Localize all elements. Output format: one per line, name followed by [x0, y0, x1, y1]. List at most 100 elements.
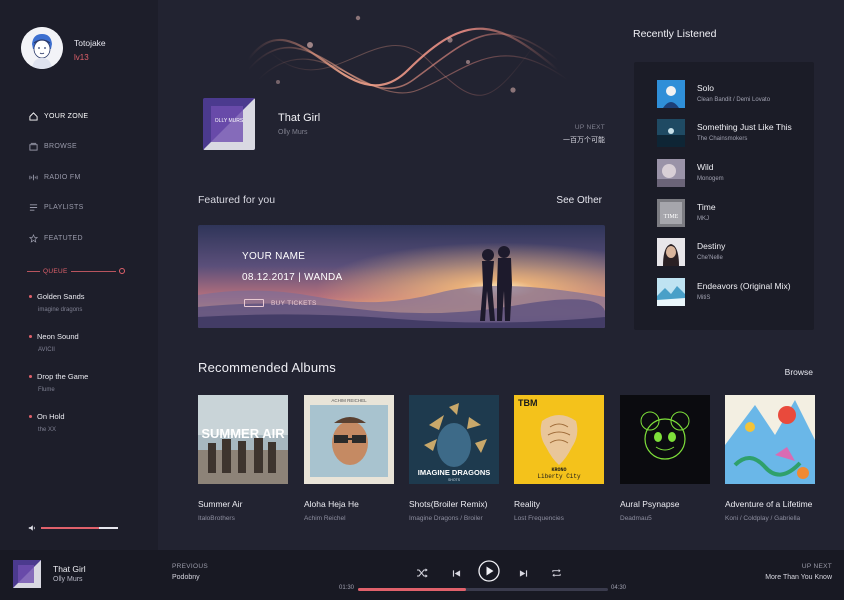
recent-item[interactable]: Something Just Like This The Chainsmoker… — [657, 119, 807, 149]
nav-item-your-zone[interactable]: YOUR ZONE — [28, 101, 148, 132]
shuffle-icon — [417, 568, 428, 578]
volume-slider[interactable] — [41, 527, 118, 529]
nav-label: BROWSE — [44, 143, 77, 151]
nav-item-playlists[interactable]: PLAYLISTS — [28, 193, 148, 224]
previous-title[interactable]: Podobny — [172, 574, 200, 581]
queue-bullet-icon — [29, 415, 32, 418]
recently-listened-heading: Recently Listened — [633, 28, 717, 40]
play-pause-button[interactable] — [477, 559, 501, 583]
repeat-button[interactable] — [545, 562, 567, 584]
waveform-decoration — [247, 15, 569, 96]
album-art: TBM KRONO Liberty City — [514, 395, 604, 484]
user-level: lv13 — [74, 53, 89, 62]
album-artist: Koni / Coldplay / Gabriella — [725, 515, 801, 522]
recent-item[interactable]: TIME Time MKJ — [657, 199, 807, 229]
recent-item[interactable]: Wild Monogem — [657, 159, 807, 189]
recent-thumb — [657, 278, 685, 306]
nav-label: RADIO FM — [44, 173, 81, 181]
browse-albums-link[interactable]: Browse — [760, 367, 813, 377]
queue-item-artist: AVICII — [38, 347, 55, 353]
album-card[interactable]: ACHIM REICHEL Aloha Heja He Achim Reiche… — [304, 395, 394, 522]
album-card[interactable]: TBM KRONO Liberty City Reality Lost Freq… — [514, 395, 604, 522]
shuffle-button[interactable] — [411, 562, 433, 584]
album-title: Shots(Broiler Remix) — [409, 499, 488, 509]
main-nav: YOUR ZONE BROWSE RADIO FM PLAYLISTS FEAT… — [28, 101, 148, 254]
album-card[interactable]: Adventure of a Lifetime Koni / Coldplay … — [725, 395, 815, 522]
album-card[interactable]: IMAGINE DRAGONS SHOTS Shots(Broiler Remi… — [409, 395, 499, 522]
avatar[interactable] — [21, 27, 63, 69]
nav-label: FEATUTED — [44, 234, 83, 242]
queue-options-icon[interactable] — [119, 268, 125, 274]
album-cover — [725, 395, 815, 484]
album-artist: ItaloBrothers — [198, 515, 235, 522]
queue-title: QUEUE — [43, 267, 68, 275]
album-art: OLLY MURS — [203, 98, 255, 150]
now-playing-cover[interactable]: OLLY MURS — [203, 98, 255, 150]
album-card[interactable]: SUMMER AIR Summer Air ItaloBrothers — [198, 395, 288, 522]
cover-text: SUMMER AIR — [201, 426, 285, 441]
recent-artist: Clean Bandit / Demi Lovato — [697, 97, 771, 103]
cover-text: Liberty City — [537, 473, 581, 480]
album-cover: TBM KRONO Liberty City — [514, 395, 604, 484]
recent-item[interactable]: Endeavors (Original Mix) MitiS — [657, 278, 807, 308]
nav-item-featured[interactable]: FEATUTED — [28, 223, 148, 254]
buy-tickets-button[interactable]: BUY TICKETS — [244, 297, 317, 309]
player-cover[interactable] — [13, 560, 41, 588]
up-next-label: UP NEXT — [574, 124, 605, 131]
username: Totojake — [74, 38, 106, 48]
recent-thumb — [657, 119, 685, 147]
recent-title: Something Just Like This — [697, 122, 792, 132]
divider — [27, 270, 40, 272]
album-cover: ACHIM REICHEL — [304, 395, 394, 484]
cover-text: IMAGINE DRAGONS — [418, 468, 491, 477]
see-other-link[interactable]: See Other — [540, 195, 602, 206]
album-art — [620, 395, 710, 484]
album-title: Reality — [514, 499, 540, 509]
album-artist: Imagine Dragons / Broiler — [409, 515, 483, 522]
recent-item[interactable]: Destiny Che'Nelle — [657, 238, 807, 268]
player-artist[interactable]: Olly Murs — [53, 576, 83, 583]
album-art: SUMMER AIR — [198, 395, 288, 484]
cover-text: ACHIM REICHEL — [331, 398, 367, 403]
album-art — [725, 395, 815, 484]
skip-back-icon — [452, 569, 460, 577]
album-card[interactable]: Aural Psynapse Deadmau5 — [620, 395, 710, 522]
volume-control — [28, 523, 118, 533]
volume-icon[interactable] — [28, 519, 36, 537]
buy-tickets-label: BUY TICKETS — [271, 299, 317, 307]
progress-bar[interactable] — [358, 588, 608, 591]
star-icon — [28, 233, 38, 243]
album-title: Aural Psynapse — [620, 499, 680, 509]
player-up-next-title[interactable]: More Than You Know — [740, 574, 832, 581]
radio-icon — [28, 172, 38, 182]
album-cover: SUMMER AIR — [198, 395, 288, 484]
previous-label: PREVIOUS — [172, 563, 208, 570]
banner-title: YOUR NAME — [242, 251, 306, 262]
recent-item[interactable]: Solo Clean Bandit / Demi Lovato — [657, 80, 807, 110]
time-total: 04:30 — [611, 585, 627, 591]
up-next-title[interactable]: 一百万个可能 — [540, 135, 605, 145]
now-playing-artist[interactable]: Olly Murs — [278, 129, 308, 136]
album-artist: Deadmau5 — [620, 515, 652, 522]
now-playing-title: That Girl — [278, 112, 321, 124]
recent-artist: The Chainsmokers — [697, 136, 748, 142]
play-icon — [478, 560, 500, 582]
cover-text: SHOTS — [448, 478, 461, 482]
album-cover — [620, 395, 710, 484]
queue-item-title: Golden Sands — [37, 292, 85, 301]
nav-item-browse[interactable]: BROWSE — [28, 132, 148, 163]
progress-fill — [358, 588, 466, 591]
next-track-button[interactable] — [512, 562, 534, 584]
recent-artist: MitiS — [697, 295, 711, 301]
album-art — [657, 278, 685, 306]
album-art — [657, 80, 685, 108]
queue-item-title: On Hold — [37, 412, 65, 421]
album-art — [657, 159, 685, 187]
previous-track-button[interactable] — [445, 562, 467, 584]
recent-artist: Che'Nelle — [697, 255, 723, 261]
queue-bullet-icon — [29, 375, 32, 378]
recent-title: Destiny — [697, 241, 726, 251]
cover-text: TBM — [518, 398, 538, 408]
nav-item-radio-fm[interactable]: RADIO FM — [28, 162, 148, 193]
queue-header: QUEUE — [27, 266, 125, 276]
